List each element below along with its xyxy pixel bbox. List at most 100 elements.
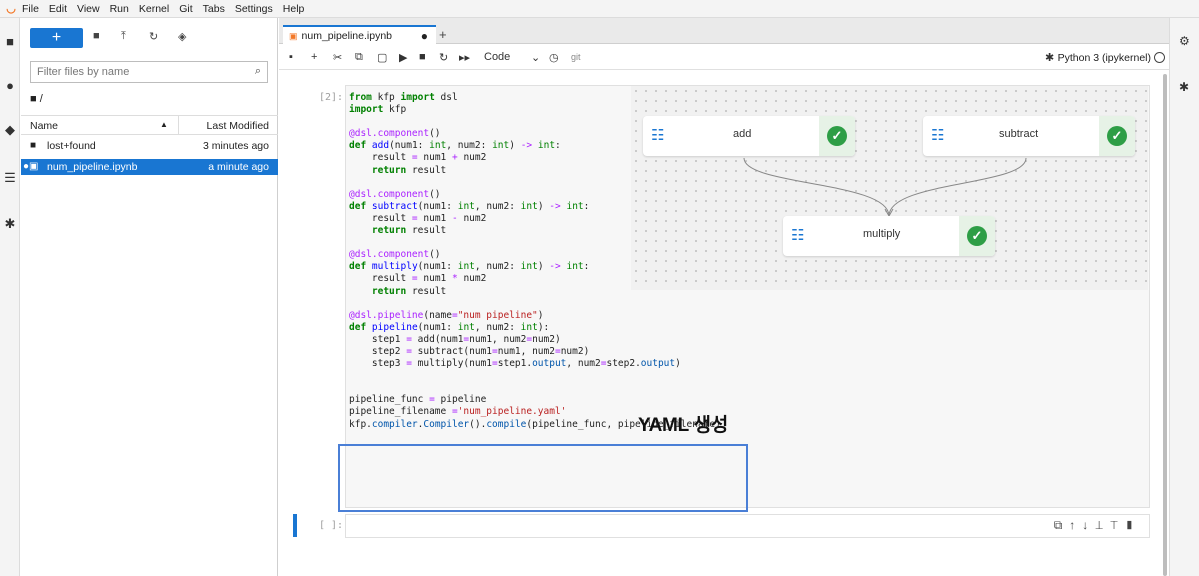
node-label: subtract [999, 128, 1039, 140]
file-modified: 3 minutes ago [203, 140, 269, 152]
delete-icon[interactable]: ▮ [1125, 518, 1141, 532]
menu-bar: ◡ File Edit View Run Kernel Git Tabs Set… [0, 0, 1199, 18]
cell-type-label: Code [484, 51, 511, 63]
duplicate-icon[interactable]: ⧉ [1054, 518, 1070, 532]
node-label: add [733, 128, 752, 140]
menu-edit[interactable]: Edit [49, 3, 67, 15]
check-icon: ✓ [827, 126, 847, 146]
notebook-toolbar: ▪ + ✂ ⧉ ▢ ▶ ■ ↻ ▸▸ Code ⌄ ◷ git ✱ Python… [279, 46, 1169, 70]
file-row-selected[interactable]: ●▣ num_pipeline.ipynb a minute ago [21, 159, 278, 175]
component-icon: ☷ [931, 127, 945, 144]
menu-run[interactable]: Run [110, 3, 129, 15]
check-icon: ✓ [1107, 126, 1127, 146]
search-icon: ⌕ [254, 65, 261, 77]
toc-icon[interactable]: ☰ [2, 170, 18, 186]
scrollbar[interactable] [1163, 74, 1167, 576]
menu-tabs[interactable]: Tabs [203, 3, 225, 15]
left-activity-bar: ■ ● ◆ ☰ ✱ [0, 18, 20, 576]
success-badge: ✓ [1099, 116, 1135, 156]
breadcrumb-path: / [39, 93, 43, 105]
tab-notebook[interactable]: ▣ num_pipeline.ipynb ● [283, 25, 436, 45]
new-folder-icon[interactable]: ■ [93, 30, 100, 42]
save-icon[interactable]: ▪ [289, 51, 293, 63]
column-divider[interactable] [178, 116, 179, 135]
debugger-icon[interactable]: ✱ [1179, 80, 1189, 94]
check-icon: ✓ [967, 226, 987, 246]
kernel-name[interactable]: Python 3 (ipykernel) [1058, 52, 1151, 64]
file-browser: + ■ ⤒ ↻ ◈ Filter files by name ⌕ ■ / Nam… [21, 18, 278, 576]
git-clone-icon[interactable]: ◈ [178, 30, 186, 43]
jupyter-logo-icon: ◡ [6, 3, 16, 15]
cell-type-select[interactable]: Code [484, 51, 510, 63]
file-row[interactable]: ■ lost+found 3 minutes ago [21, 138, 278, 154]
file-name: num_pipeline.ipynb [47, 161, 138, 173]
menu-help[interactable]: Help [283, 3, 305, 15]
cut-icon[interactable]: ✂ [333, 51, 342, 64]
annotation-label: YAML 생성 [638, 415, 728, 436]
kernel-status-icon [1154, 52, 1165, 63]
fast-forward-icon[interactable]: ▸▸ [459, 51, 470, 64]
menu-settings[interactable]: Settings [235, 3, 273, 15]
restart-icon[interactable]: ↻ [439, 51, 448, 64]
property-inspector-icon[interactable]: ⚙ [1179, 34, 1190, 48]
column-name[interactable]: Name [30, 120, 58, 132]
file-list-header: Name ▲ Last Modified [21, 115, 278, 135]
insert-cell-icon[interactable]: + [311, 51, 317, 63]
node-add[interactable]: ☷ add ✓ [643, 116, 855, 156]
cell-actions: ⧉↑↓⊥⊤▮ [1054, 518, 1141, 533]
clock-icon[interactable]: ◷ [549, 51, 559, 64]
menu-kernel[interactable]: Kernel [139, 3, 169, 15]
refresh-icon[interactable]: ↻ [149, 30, 158, 43]
chevron-down-icon[interactable]: ⌄ [531, 51, 540, 64]
extension-icon[interactable]: ✱ [2, 216, 18, 232]
component-icon: ☷ [651, 127, 665, 144]
run-icon[interactable]: ▶ [399, 51, 407, 64]
success-badge: ✓ [819, 116, 855, 156]
notebook-icon: ▣ [289, 31, 298, 41]
folder-icon: ■ [30, 140, 37, 151]
filter-placeholder: Filter files by name [37, 66, 130, 78]
breadcrumb[interactable]: ■ / [30, 93, 43, 105]
menu-file[interactable]: File [22, 3, 39, 15]
node-subtract[interactable]: ☷ subtract ✓ [923, 116, 1135, 156]
move-down-icon[interactable]: ↓ [1082, 518, 1095, 532]
add-tab-icon[interactable]: + [439, 27, 447, 42]
cell-prompt: [ ]: [319, 520, 344, 531]
node-label: multiply [863, 228, 901, 240]
tab-title: num_pipeline.ipynb [301, 30, 392, 42]
file-modified: a minute ago [208, 161, 269, 173]
menu-view[interactable]: View [77, 3, 100, 15]
git-icon[interactable]: ◆ [2, 122, 18, 138]
new-launcher-button[interactable]: + [30, 28, 83, 48]
file-browser-toolbar: + ■ ⤒ ↻ ◈ [21, 18, 278, 58]
copy-icon[interactable]: ⧉ [355, 51, 363, 64]
sort-up-icon[interactable]: ▲ [160, 120, 168, 129]
running-icon[interactable]: ● [2, 78, 18, 94]
empty-code-cell[interactable] [345, 514, 1150, 538]
menu-git[interactable]: Git [179, 3, 192, 15]
debugger-icon[interactable]: ✱ [1045, 51, 1054, 64]
folder-icon[interactable]: ■ [2, 34, 18, 50]
insert-below-icon[interactable]: ⊤ [1110, 518, 1125, 532]
file-name: lost+found [47, 140, 96, 152]
unsaved-dot-icon[interactable]: ● [421, 29, 428, 43]
folder-icon: ■ [30, 93, 37, 105]
tab-bar: ▣ num_pipeline.ipynb ● + [279, 18, 1169, 45]
insert-above-icon[interactable]: ⊥ [1095, 518, 1110, 532]
filter-input[interactable]: Filter files by name ⌕ [30, 61, 268, 83]
pipeline-graph: ☷ add ✓ ☷ subtract ✓ ☷ multiply ✓ [631, 86, 1148, 290]
right-sidebar: ⚙ ✱ [1169, 18, 1199, 576]
stop-icon[interactable]: ■ [419, 51, 426, 63]
node-multiply[interactable]: ☷ multiply ✓ [783, 216, 995, 256]
upload-icon[interactable]: ⤒ [121, 30, 126, 43]
success-badge: ✓ [959, 216, 995, 256]
column-last-modified[interactable]: Last Modified [207, 120, 269, 132]
notebook-icon: ●▣ [23, 161, 39, 172]
component-icon: ☷ [791, 227, 805, 244]
notebook-panel: ▣ num_pipeline.ipynb ● + ▪ + ✂ ⧉ ▢ ▶ ■ ↻ … [279, 18, 1169, 576]
move-up-icon[interactable]: ↑ [1069, 518, 1082, 532]
active-cell-marker [293, 514, 297, 537]
highlight-box [338, 444, 748, 512]
paste-icon[interactable]: ▢ [377, 51, 387, 64]
git-label[interactable]: git [571, 52, 581, 62]
